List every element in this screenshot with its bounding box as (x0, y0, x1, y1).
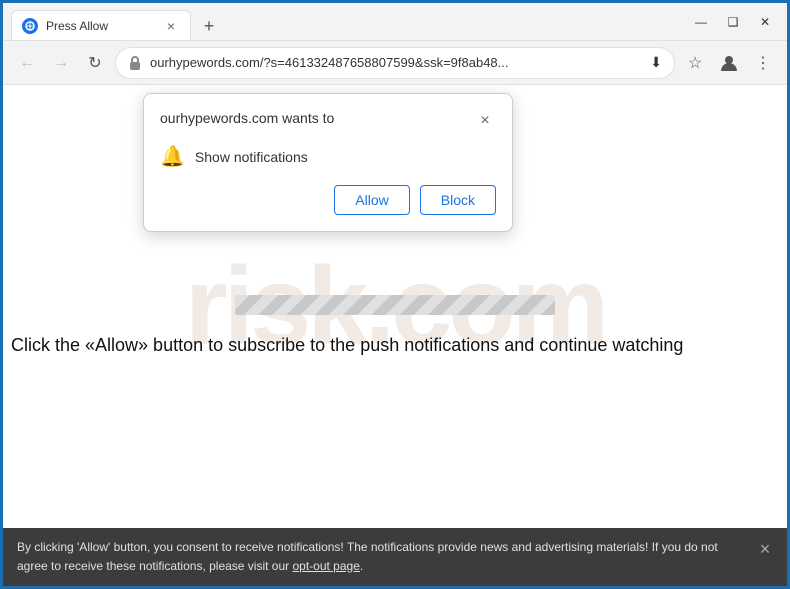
download-icon: ⬇ (650, 54, 662, 71)
active-tab[interactable]: Press Allow × (11, 10, 191, 40)
permission-text: Show notifications (195, 149, 308, 165)
bottom-bar: By clicking 'Allow' button, you consent … (3, 528, 787, 586)
minimize-button[interactable]: — (687, 8, 715, 36)
popup-header: ourhypewords.com wants to × (160, 110, 496, 132)
tab-favicon (22, 18, 38, 34)
address-bar[interactable]: ourhypewords.com/?s=461332487658807599&s… (115, 47, 675, 79)
new-tab-button[interactable]: + (195, 12, 223, 40)
tab-area: Press Allow × + (11, 3, 679, 40)
tab-close-button[interactable]: × (162, 17, 180, 35)
popup-close-button[interactable]: × (474, 110, 496, 132)
address-text: ourhypewords.com/?s=461332487658807599&s… (150, 55, 642, 70)
browser-content: risk.com ourhypewords.com wants to × 🔔 S… (3, 85, 787, 528)
address-rest: /?s=461332487658807599&ssk=9f8ab48... (260, 55, 509, 70)
menu-button[interactable]: ⋮ (749, 49, 777, 77)
notification-popup: ourhypewords.com wants to × 🔔 Show notif… (143, 93, 513, 232)
refresh-button[interactable]: ↻ (81, 49, 109, 77)
maximize-button[interactable]: ❑ (719, 8, 747, 36)
bottom-bar-close-button[interactable]: × (753, 538, 777, 562)
profile-button[interactable] (715, 49, 743, 77)
cta-text: Click the «Allow» button to subscribe to… (11, 333, 779, 358)
bell-icon: 🔔 (160, 144, 185, 169)
bottom-bar-text-after: . (360, 559, 363, 573)
opt-out-link[interactable]: opt-out page (292, 559, 359, 573)
close-button[interactable]: ✕ (751, 8, 779, 36)
title-bar: Press Allow × + — ❑ ✕ (3, 3, 787, 41)
allow-button[interactable]: Allow (334, 185, 409, 215)
lock-icon (128, 55, 142, 71)
loading-bar (235, 295, 555, 315)
tab-title: Press Allow (46, 19, 154, 33)
bottom-bar-text: By clicking 'Allow' button, you consent … (17, 540, 718, 573)
popup-permission-row: 🔔 Show notifications (160, 144, 496, 169)
forward-button[interactable]: → (47, 49, 75, 77)
popup-title: ourhypewords.com wants to (160, 110, 334, 126)
back-button[interactable]: ← (13, 49, 41, 77)
address-domain: ourhypewords.com (150, 55, 260, 70)
window-controls: — ❑ ✕ (687, 8, 779, 36)
omnibar: ← → ↻ ourhypewords.com/?s=46133248765880… (3, 41, 787, 85)
popup-buttons: Allow Block (160, 185, 496, 215)
bookmark-button[interactable]: ☆ (681, 49, 709, 77)
block-button[interactable]: Block (420, 185, 496, 215)
